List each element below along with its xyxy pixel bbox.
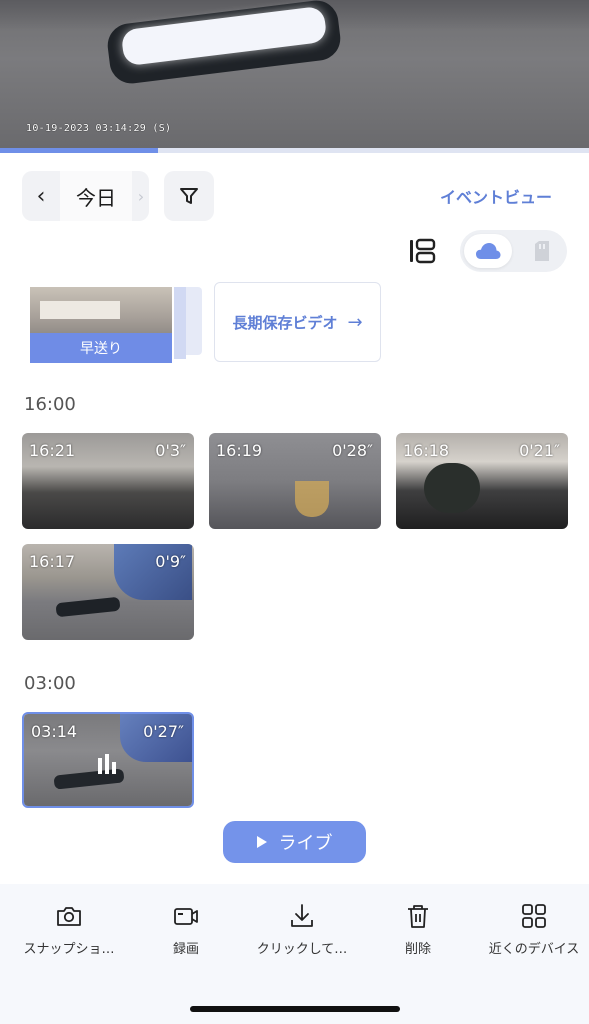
chevron-left-icon[interactable]: ‹ [28, 171, 54, 221]
camera-icon [57, 907, 81, 926]
clip-time: 16:19 [216, 441, 263, 460]
clip-duration: 0'3″ [155, 441, 186, 460]
layout-toggle-icon[interactable] [408, 237, 436, 265]
fast-forward-label: 早送り [30, 333, 172, 363]
event-view-link[interactable]: イベントビュー [440, 184, 552, 208]
long-term-video-label: 長期保存ビデオ [232, 313, 338, 332]
download-icon [291, 904, 313, 927]
video-record-icon [174, 908, 198, 925]
date-navigator: ‹ 今日 › [22, 171, 149, 221]
filter-button[interactable] [164, 171, 214, 221]
card-stack-middle [174, 287, 186, 359]
fast-forward-card[interactable]: 早送り [30, 287, 202, 363]
clip-card-selected[interactable]: 03:14 0'27″ [22, 712, 194, 808]
snapshot-label: スナップショ… [23, 942, 115, 957]
delete-label: 削除 [404, 942, 431, 957]
home-indicator [190, 1006, 400, 1012]
sd-card-storage-button[interactable] [522, 234, 562, 268]
record-label: 録画 [172, 942, 199, 957]
section-title-03: 03:00 [24, 673, 76, 694]
clip-time: 16:18 [403, 441, 450, 460]
live-label: ライブ [278, 833, 333, 854]
thumbnail-object [295, 481, 329, 517]
clip-duration: 0'9″ [155, 552, 186, 571]
nearby-devices-label: 近くのデバイス [488, 942, 580, 957]
thumbnail-object [424, 463, 480, 513]
arrow-right-icon: → [347, 311, 363, 333]
grid-icon [522, 904, 546, 928]
download-button[interactable]: クリックして… [247, 900, 357, 962]
video-player[interactable]: 10-19-2023 03:14:29 (S) [0, 0, 589, 148]
clip-time: 16:17 [29, 552, 76, 571]
play-icon [256, 836, 267, 848]
section-title-16: 16:00 [24, 394, 76, 415]
clip-duration: 0'28″ [332, 441, 373, 460]
clip-duration: 0'21″ [519, 441, 560, 460]
playback-progress-fill [0, 148, 158, 153]
clip-time: 16:21 [29, 441, 76, 460]
clip-card[interactable]: 16:18 0'21″ [396, 433, 568, 529]
live-button[interactable]: ライブ [223, 821, 366, 863]
chevron-right-icon[interactable]: › [134, 171, 148, 221]
delete-button[interactable]: 削除 [363, 900, 473, 962]
clip-card[interactable]: 16:17 0'9″ [22, 544, 194, 640]
clip-time: 03:14 [31, 722, 78, 741]
clip-duration: 0'27″ [143, 722, 184, 741]
filter-icon [180, 188, 198, 204]
sd-card-icon [535, 241, 549, 261]
snapshot-button[interactable]: スナップショ… [14, 900, 124, 962]
record-button[interactable]: 録画 [131, 900, 241, 962]
now-playing-icon [98, 754, 116, 774]
trash-icon [408, 905, 428, 928]
video-osd-timestamp: 10-19-2023 03:14:29 (S) [26, 123, 172, 134]
clip-card[interactable]: 16:21 0'3″ [22, 433, 194, 529]
app-root: 10-19-2023 03:14:29 (S) ‹ 今日 › イベントビュー 早… [0, 0, 589, 1024]
cloud-icon [476, 243, 501, 259]
thumbnail-bed [40, 301, 120, 319]
clip-card[interactable]: 16:19 0'28″ [209, 433, 381, 529]
cloud-storage-button[interactable] [464, 234, 512, 268]
storage-toggle [460, 230, 567, 272]
nearby-devices-button[interactable]: 近くのデバイス [479, 900, 589, 962]
date-label[interactable]: 今日 [60, 171, 132, 221]
long-term-video-button[interactable]: 長期保存ビデオ → [214, 282, 381, 362]
download-label: クリックして… [256, 942, 348, 957]
